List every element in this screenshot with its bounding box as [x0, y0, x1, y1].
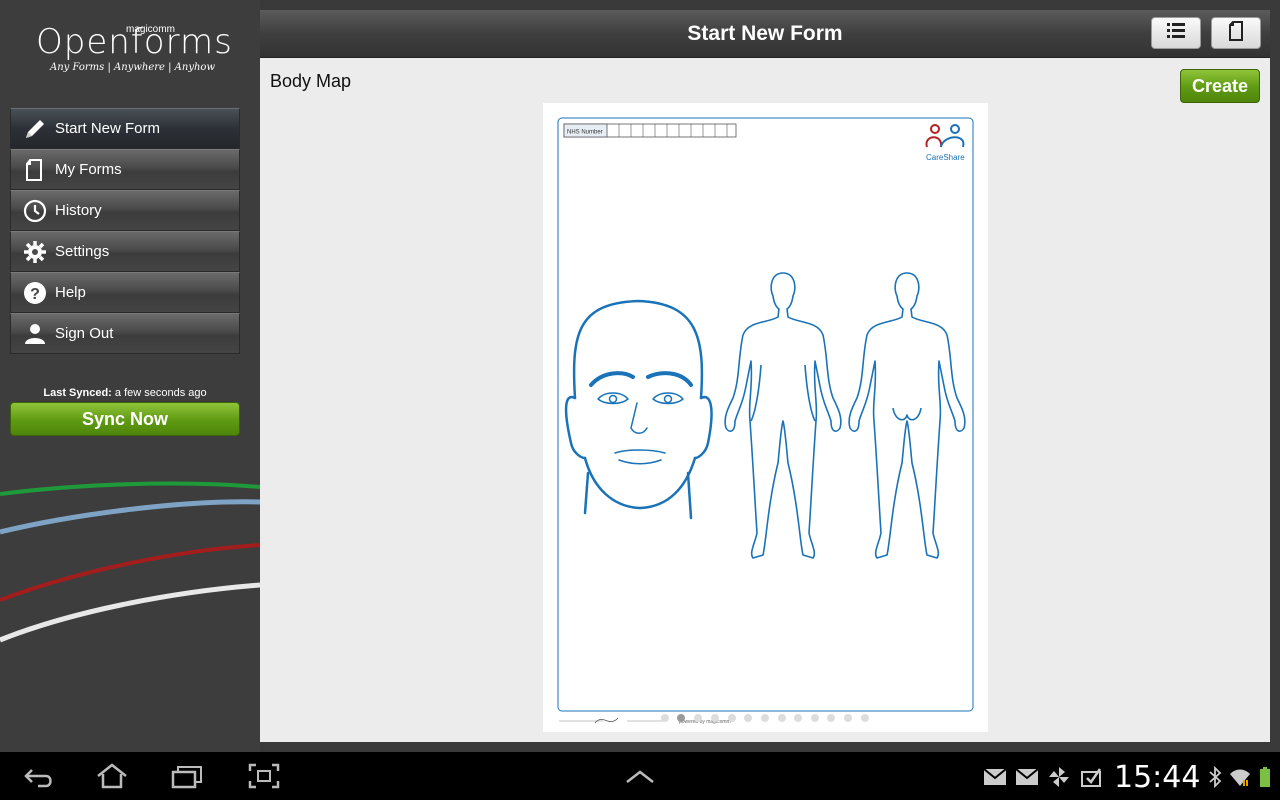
- task-notification-icon: [1080, 766, 1104, 788]
- page-dot[interactable]: [661, 714, 669, 722]
- create-button[interactable]: Create: [1180, 69, 1260, 103]
- sidebar-item-start-new-form[interactable]: Start New Form: [10, 108, 240, 149]
- preview-footer-text: powered by magicomm: [679, 719, 731, 725]
- sidebar-menu: Start New Form My Forms History Settings…: [10, 108, 240, 354]
- list-icon: [1165, 20, 1187, 47]
- page-dot[interactable]: [778, 714, 786, 722]
- wifi-icon: [1228, 766, 1252, 788]
- recent-apps-button[interactable]: [170, 762, 204, 790]
- preview-footer: powered by magicomm: [559, 717, 731, 725]
- page-dot[interactable]: [844, 714, 852, 722]
- sidebar-item-settings[interactable]: Settings: [10, 231, 240, 272]
- page-dot[interactable]: [827, 714, 835, 722]
- page-dot[interactable]: [694, 714, 702, 722]
- sidebar-item-label: My Forms: [55, 161, 122, 178]
- page-dot[interactable]: [811, 714, 819, 722]
- bluetooth-icon: [1203, 765, 1227, 789]
- sidebar-item-label: History: [55, 202, 102, 219]
- sidebar: magicomm Openforms Any Forms | Anywhere …: [0, 0, 260, 752]
- sync-now-button[interactable]: Sync Now: [10, 402, 240, 436]
- page-dot[interactable]: [794, 714, 802, 722]
- body-back-diagram: [848, 272, 966, 559]
- sidebar-item-label: Help: [55, 284, 86, 301]
- logo-name: Openforms: [36, 22, 233, 62]
- last-synced-status: Last Synced: a few seconds ago: [10, 387, 240, 399]
- pinwheel-icon: [1047, 766, 1071, 788]
- clock-icon: [23, 199, 47, 223]
- back-button[interactable]: [22, 762, 56, 790]
- gmail-notification-icon: [983, 766, 1007, 788]
- menu-up-button[interactable]: [623, 762, 657, 790]
- battery-icon: [1253, 766, 1277, 788]
- sidebar-item-label: Start New Form: [55, 120, 161, 137]
- chevron-up-icon: [626, 770, 654, 783]
- pencil-icon: [23, 117, 47, 141]
- screenshot-icon: [248, 763, 280, 789]
- page-dot[interactable]: [711, 714, 719, 722]
- sidebar-item-help[interactable]: ? Help: [10, 272, 240, 313]
- main-content: Start New Form Body Map Create NHS Numbe…: [260, 10, 1270, 742]
- document-icon: [23, 158, 47, 182]
- last-synced-value: a few seconds ago: [114, 387, 207, 399]
- body-front-diagram: [724, 272, 842, 559]
- sidebar-item-sign-out[interactable]: Sign Out: [10, 313, 240, 354]
- recent-apps-icon: [171, 766, 202, 789]
- svg-text:?: ?: [30, 286, 40, 303]
- nhs-number-label: NHS Number: [567, 130, 603, 136]
- list-view-button[interactable]: [1151, 17, 1201, 49]
- page-title: Start New Form: [687, 22, 843, 45]
- logo-tagline: Any Forms | Anywhere | Anyhow: [50, 62, 216, 73]
- screenshot-button[interactable]: [247, 762, 281, 790]
- back-arrow-icon: [24, 769, 52, 788]
- sidebar-item-my-forms[interactable]: My Forms: [10, 149, 240, 190]
- nhs-number-field: NHS Number: [563, 123, 737, 138]
- status-clock: 15:44: [1114, 760, 1201, 795]
- sidebar-item-history[interactable]: History: [10, 190, 240, 231]
- sidebar-item-label: Sign Out: [55, 325, 114, 342]
- page-dot[interactable]: [744, 714, 752, 722]
- user-icon: [23, 322, 47, 346]
- page-view-button[interactable]: [1211, 17, 1261, 49]
- email-notification-icon: [1015, 766, 1039, 788]
- page-dot[interactable]: [761, 714, 769, 722]
- sidebar-item-label: Settings: [55, 243, 110, 260]
- form-title: Body Map: [270, 71, 352, 91]
- careshare-logo: CareShare: [925, 124, 965, 162]
- last-synced-label: Last Synced:: [43, 387, 112, 399]
- question-icon: ?: [23, 281, 47, 305]
- page-dot-active[interactable]: [677, 714, 685, 722]
- gear-icon: [23, 240, 47, 264]
- home-icon: [97, 763, 127, 789]
- form-preview[interactable]: NHS Number CareShare powered by magicomm: [543, 103, 988, 732]
- header-bar: Start New Form: [260, 10, 1270, 58]
- careshare-text: CareShare: [926, 153, 965, 162]
- page-dot[interactable]: [728, 714, 736, 722]
- home-button[interactable]: [95, 762, 129, 790]
- face-diagram: [564, 299, 713, 520]
- page-icon: [1225, 20, 1247, 47]
- system-navigation-bar: 15:44: [0, 752, 1280, 800]
- page-dot[interactable]: [861, 714, 869, 722]
